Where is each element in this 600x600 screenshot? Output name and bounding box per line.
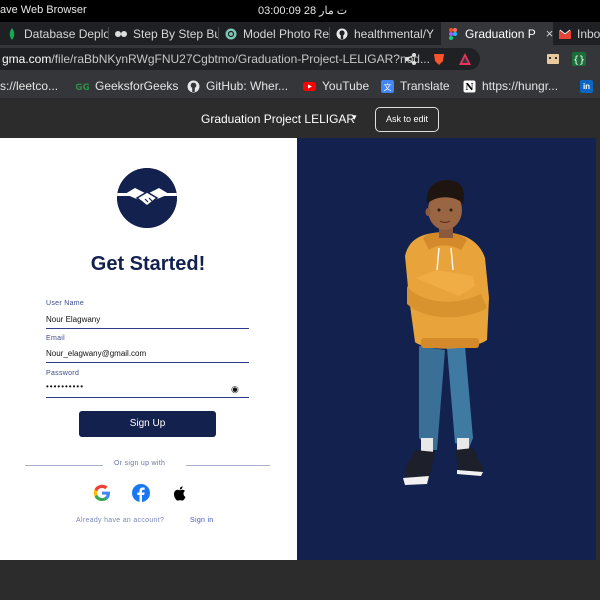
brave-shield-icon[interactable] [432,52,446,66]
email-label: Email [46,335,66,342]
sign-in-link[interactable]: Sign in [190,517,214,524]
character-illustration [403,180,489,485]
chevron-down-icon[interactable]: ▾ [352,112,357,123]
bookmark-youtube[interactable]: YouTube [303,73,369,99]
bookmark-label: GeeksforGeeks [95,79,179,93]
svg-text:N: N [465,83,473,93]
mongodb-leaf-icon [9,27,15,40]
translate-icon: 文 [381,79,394,93]
extension-json-icon[interactable]: {} [572,52,586,66]
username-field[interactable]: Nour Elagwany [46,315,100,324]
password-label: Password [46,370,80,377]
close-icon[interactable]: × [546,26,553,41]
or-sign-up-with-label: Or sign up with [114,460,166,467]
tab-healthmental[interactable]: healthmental/Y [330,22,440,45]
notion-icon: N [463,80,476,93]
username-label: User Name [46,300,85,307]
tab-label: Database Deplo [24,26,108,41]
dots-icon [115,30,127,37]
os-top-bar: ave Web Browser 03:00:09 28 ت مار [0,0,600,22]
figma-canvas-bottom [0,560,600,600]
github-icon [187,80,200,92]
apple-icon[interactable] [171,484,189,502]
hero-illustration-panel [297,138,596,560]
bookmark-github[interactable]: GitHub: Wher... [187,73,288,99]
facebook-icon[interactable] [132,484,150,502]
handshake-logo-icon [117,168,177,228]
google-icon[interactable] [93,484,111,502]
tab-model-photo[interactable]: Model Photo Re [219,22,329,45]
ask-to-edit-button[interactable]: Ask to edit [375,107,439,132]
app-title: ave Web Browser [0,4,87,16]
bookmark-leetcode[interactable]: s://leetco... [0,73,58,99]
openai-icon [225,28,237,39]
bookmark-label: YouTube [322,79,370,93]
system-clock: 03:00:09 28 ت مار [258,5,348,17]
tab-strip: Database Deplo Step By Step Bu Model Pho… [0,22,600,45]
tab-label: Model Photo Re [243,26,329,41]
tab-label: Step By Step Bu [133,26,218,41]
svg-text:{}: {} [573,55,585,66]
project-title[interactable]: Graduation Project LELIGAR [201,112,355,126]
share-icon[interactable] [404,52,418,66]
tab-label: Inbo [577,26,600,41]
password-field[interactable]: •••••••••• [46,382,84,391]
eye-icon[interactable]: ◉ [231,384,239,395]
tab-graduation-project[interactable]: Graduation P × [441,22,553,45]
github-icon [336,28,348,39]
geeksforgeeks-icon: GG [76,83,89,93]
divider-left [25,465,103,466]
tab-database-deploy[interactable]: Database Deplo [0,22,108,45]
brave-rewards-icon[interactable] [458,52,472,66]
bookmark-label: https://hungr... [482,79,559,93]
signup-frame: Get Started! User Name Nour Elagwany Ema… [0,138,297,560]
bookmark-label: s://leetco... [0,79,59,93]
youtube-icon [303,81,316,91]
svg-text:GG: GG [76,83,89,93]
page-title: Get Started! [90,253,206,275]
address-bar-row: gma.com/file/raBbNKynRWgFNU27Cgbtmo/Grad… [0,45,600,73]
extension-face-icon[interactable] [546,52,560,66]
figma-header: Graduation Project LELIGAR ▾ [0,100,600,138]
email-field[interactable]: Nour_elagwany@gmail.com [46,349,146,358]
email-underline [46,362,249,363]
tab-inbox[interactable]: Inbo [553,22,600,45]
username-underline [46,328,249,329]
bookmark-label: Translate [400,79,450,93]
tab-label: healthmental/Y [354,26,435,41]
have-account-text: Already have an account? [76,517,165,524]
bookmark-translate[interactable]: 文 Translate [381,73,450,99]
bookmark-label: GitHub: Wher... [206,79,289,93]
bookmark-hungr[interactable]: N https://hungr... [463,73,558,99]
sign-up-button[interactable]: Sign Up [79,411,216,437]
divider-right [186,465,270,466]
tab-step-by-step[interactable]: Step By Step Bu [109,22,218,45]
bookmark-linkedin[interactable]: in [580,73,593,99]
linkedin-icon: in [580,79,593,93]
bookmarks-bar: s://leetco... GG GeeksforGeeks GitHub: W… [0,73,600,99]
url-path: /file/raBbNKynRWgFNU27Cgbtmo/Graduation-… [51,52,430,66]
password-underline [46,397,249,398]
url-host: gma.com [2,52,52,66]
figma-icon [449,27,457,40]
bookmark-geeksforgeeks[interactable]: GG GeeksforGeeks [76,73,178,99]
gmail-icon [559,29,571,39]
tab-label: Graduation P [465,26,536,41]
svg-text:文: 文 [384,82,392,92]
